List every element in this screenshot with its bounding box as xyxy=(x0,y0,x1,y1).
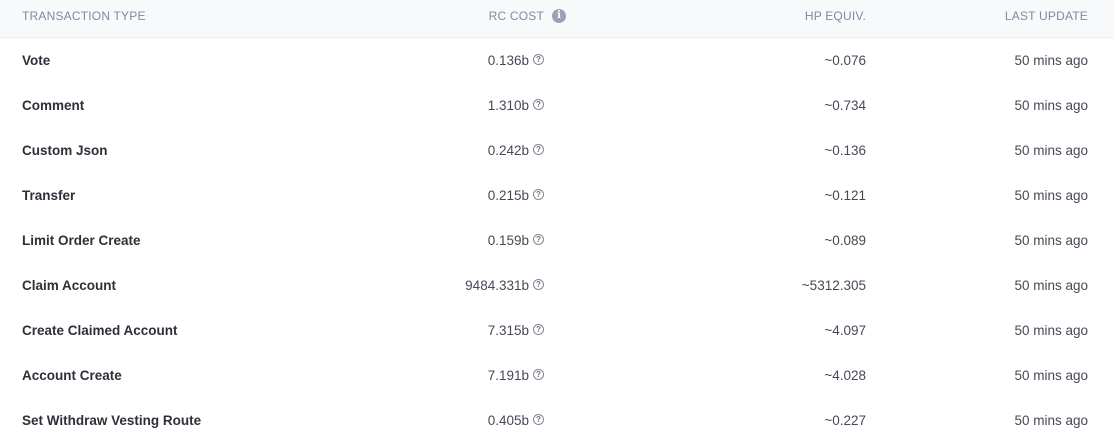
help-icon[interactable]: ? xyxy=(533,189,544,200)
transaction-type-cell: Account Create xyxy=(22,368,122,383)
hp-equiv-cell: ~0.734 xyxy=(824,98,866,113)
table-row: Limit Order Create 0.159b? ~0.089 50 mins a… xyxy=(0,218,1114,263)
table-row: Vote 0.136b? ~0.076 50 mins ago xyxy=(0,38,1114,83)
help-icon[interactable]: ? xyxy=(533,99,544,110)
table-row: Transfer 0.215b? ~0.121 50 mins ago xyxy=(0,173,1114,218)
table-row: Claim Account 9484.331b? ~5312.305 50 mins … xyxy=(0,263,1114,308)
transaction-type-cell: Set Withdraw Vesting Route xyxy=(22,413,202,428)
table-row: Account Create 7.191b? ~4.028 50 mins ago xyxy=(0,353,1114,398)
help-icon[interactable]: ? xyxy=(533,279,544,290)
last-update-cell: 50 mins ago xyxy=(1014,368,1088,383)
transaction-type-cell: Comment xyxy=(22,98,85,113)
column-header-transaction-type[interactable]: TRANSACTION TYPE xyxy=(22,0,146,37)
table-row: Custom Json 0.242b? ~0.136 50 mins ago xyxy=(0,128,1114,173)
transaction-type-cell: Create Claimed Account xyxy=(22,323,178,338)
last-update-cell: 50 mins ago xyxy=(1014,233,1088,248)
hp-equiv-cell: ~5312.305 xyxy=(801,278,866,293)
last-update-cell: 50 mins ago xyxy=(1014,188,1088,203)
help-icon[interactable]: ? xyxy=(533,234,544,245)
column-header-rc-cost[interactable]: RC COST xyxy=(489,0,544,37)
table-row: Create Claimed Account 7.315b? ~4.097 50 mi… xyxy=(0,308,1114,353)
last-update-cell: 50 mins ago xyxy=(1014,323,1088,338)
transaction-type-cell: Vote xyxy=(22,53,51,68)
hp-equiv-cell: ~0.227 xyxy=(824,413,866,428)
hp-equiv-cell: ~0.076 xyxy=(824,53,866,68)
hp-equiv-cell: ~0.121 xyxy=(824,188,866,203)
table-row: Comment 1.310b? ~0.734 50 mins ago xyxy=(0,83,1114,128)
rc-cost-cell: 0.136b xyxy=(487,53,529,68)
help-icon[interactable]: ? xyxy=(533,414,544,425)
rc-cost-table: TRANSACTION TYPE RC COST i HP EQUIV. LAS… xyxy=(0,0,1114,442)
help-icon[interactable]: ? xyxy=(533,369,544,380)
rc-cost-cell: 0.215b xyxy=(487,188,529,203)
hp-equiv-cell: ~0.136 xyxy=(824,143,866,158)
transaction-type-cell: Limit Order Create xyxy=(22,233,141,248)
rc-cost-cell: 1.310b xyxy=(487,98,529,113)
last-update-cell: 50 mins ago xyxy=(1014,413,1088,428)
hp-equiv-cell: ~0.089 xyxy=(824,233,866,248)
last-update-cell: 50 mins ago xyxy=(1014,53,1088,68)
help-icon[interactable]: ? xyxy=(533,54,544,65)
rc-cost-cell: 9484.331b xyxy=(465,278,529,293)
help-icon[interactable]: ? xyxy=(533,324,544,335)
last-update-cell: 50 mins ago xyxy=(1014,278,1088,293)
transaction-type-cell: Claim Account xyxy=(22,278,117,293)
last-update-cell: 50 mins ago xyxy=(1014,98,1088,113)
transaction-type-cell: Transfer xyxy=(22,188,76,203)
rc-cost-cell: 7.191b xyxy=(487,368,529,383)
column-header-hp-equiv[interactable]: HP EQUIV. xyxy=(805,0,866,37)
last-update-cell: 50 mins ago xyxy=(1014,143,1088,158)
hp-equiv-cell: ~4.097 xyxy=(824,323,866,338)
rc-cost-cell: 0.159b xyxy=(487,233,529,248)
table-header: TRANSACTION TYPE RC COST i HP EQUIV. LAS… xyxy=(0,0,1114,38)
rc-cost-cell: 0.405b xyxy=(487,413,529,428)
column-header-last-update[interactable]: LAST UPDATE xyxy=(1005,0,1088,37)
rc-cost-cell: 0.242b xyxy=(487,143,529,158)
info-icon[interactable]: i xyxy=(552,9,566,23)
transaction-type-cell: Custom Json xyxy=(22,143,108,158)
hp-equiv-cell: ~4.028 xyxy=(824,368,866,383)
table-row: Set Withdraw Vesting Route 0.405b? ~0.227 5… xyxy=(0,398,1114,442)
rc-cost-cell: 7.315b xyxy=(487,323,529,338)
help-icon[interactable]: ? xyxy=(533,144,544,155)
